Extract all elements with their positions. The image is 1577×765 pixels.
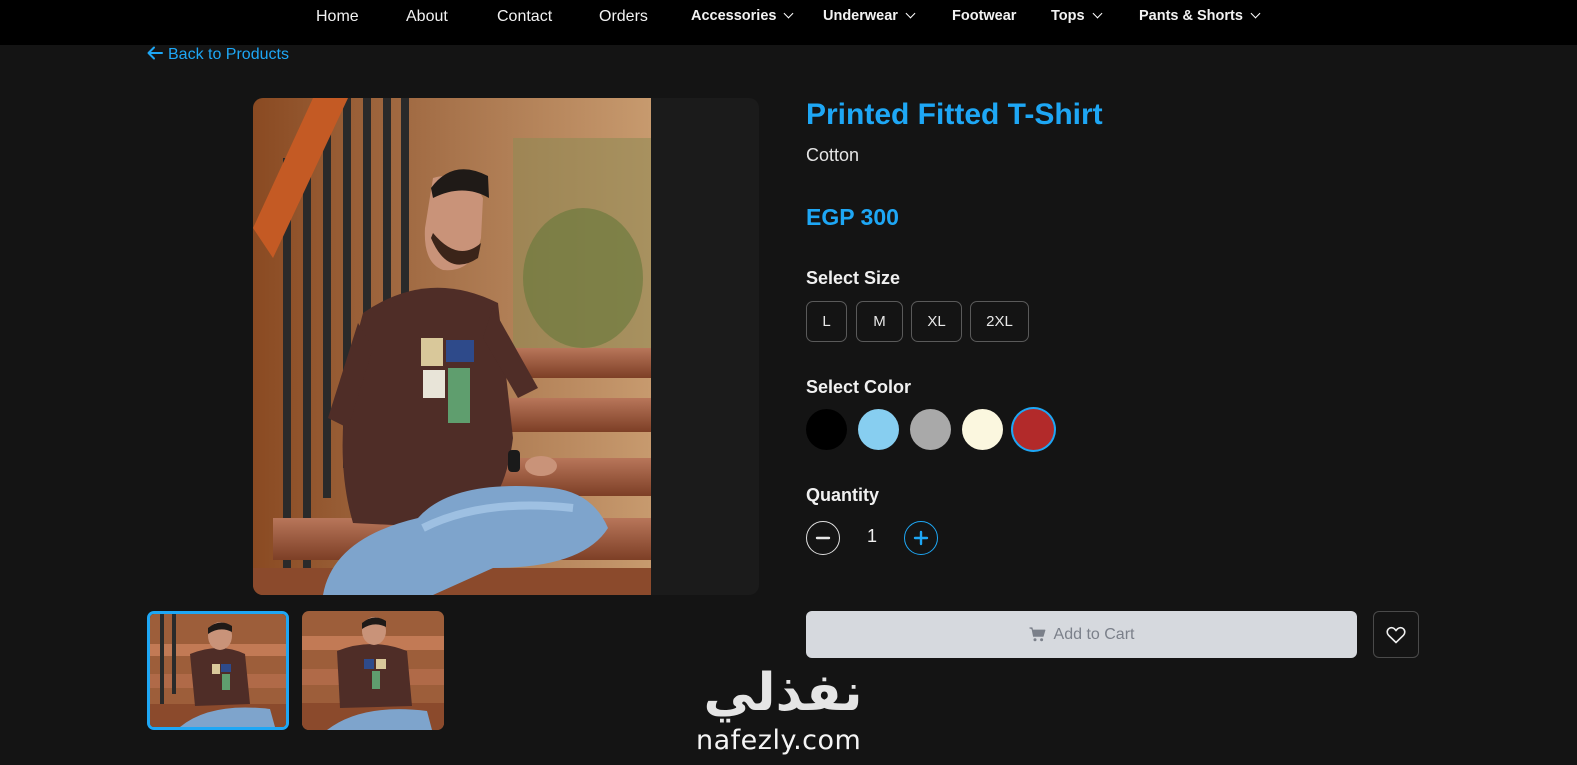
quantity-decrease-button[interactable] bbox=[806, 521, 840, 555]
color-swatch-light-blue[interactable] bbox=[858, 409, 899, 450]
product-material: Cotton bbox=[806, 145, 860, 165]
size-option-l[interactable]: L bbox=[806, 301, 847, 342]
add-to-cart-label: Add to Cart bbox=[1053, 625, 1135, 643]
nav-accessories-label: Accessories bbox=[691, 8, 777, 24]
wishlist-button[interactable] bbox=[1373, 611, 1419, 658]
arrow-left-icon bbox=[147, 46, 163, 60]
chevron-down-icon bbox=[784, 8, 794, 19]
color-swatch-black[interactable] bbox=[806, 409, 847, 450]
nav-footwear[interactable]: Footwear bbox=[952, 0, 1016, 33]
nav-underwear-dropdown[interactable]: Underwear bbox=[823, 0, 916, 33]
select-color-label: Select Color bbox=[806, 377, 912, 397]
back-link-label: Back to Products bbox=[168, 46, 289, 63]
chevron-down-icon bbox=[1092, 8, 1103, 19]
top-navbar: Home About Contact Orders Accessories Un… bbox=[0, 0, 1577, 45]
select-size-label: Select Size bbox=[806, 268, 901, 288]
minus-icon bbox=[815, 536, 831, 540]
watermark-arabic-text: نفذلي bbox=[703, 663, 862, 723]
color-swatch-cream[interactable] bbox=[962, 409, 1003, 450]
nav-home-label: Home bbox=[316, 8, 359, 25]
chevron-down-icon bbox=[1250, 8, 1261, 19]
add-to-cart-button[interactable]: Add to Cart bbox=[806, 611, 1357, 658]
color-swatch-red[interactable] bbox=[1013, 409, 1054, 450]
product-thumbnail-2[interactable] bbox=[302, 611, 444, 730]
quantity-value: 1 bbox=[866, 526, 877, 546]
cart-icon bbox=[1029, 627, 1045, 642]
nav-underwear-label: Underwear bbox=[823, 8, 898, 24]
thumbnail-photo bbox=[302, 611, 444, 730]
product-thumbnail-1[interactable] bbox=[147, 611, 289, 730]
nav-contact-label: Contact bbox=[497, 8, 553, 25]
quantity-label: Quantity bbox=[806, 485, 880, 505]
nav-footwear-label: Footwear bbox=[952, 8, 1017, 24]
nav-orders[interactable]: Orders bbox=[599, 0, 648, 33]
size-option-m[interactable]: M bbox=[856, 301, 903, 342]
product-title: Printed Fitted T-Shirt bbox=[806, 98, 1103, 131]
product-price: EGP 300 bbox=[806, 204, 899, 230]
nav-pants-shorts-dropdown[interactable]: Pants & Shorts bbox=[1139, 0, 1261, 33]
size-option-2xl[interactable]: 2XL bbox=[970, 301, 1029, 342]
nav-about-label: About bbox=[406, 8, 448, 25]
color-swatch-gray[interactable] bbox=[910, 409, 951, 450]
quantity-increase-button[interactable] bbox=[904, 521, 938, 555]
size-option-xl[interactable]: XL bbox=[911, 301, 962, 342]
back-to-products-link[interactable]: Back to Products bbox=[147, 44, 289, 66]
nav-home[interactable]: Home bbox=[316, 0, 359, 33]
chevron-down-icon bbox=[905, 8, 916, 19]
nav-tops-dropdown[interactable]: Tops bbox=[1051, 0, 1103, 33]
nav-contact[interactable]: Contact bbox=[497, 0, 552, 33]
product-main-photo[interactable] bbox=[253, 98, 651, 595]
thumbnail-photo bbox=[150, 614, 286, 727]
product-image-panel bbox=[253, 98, 759, 595]
nav-orders-label: Orders bbox=[599, 8, 648, 25]
heart-icon bbox=[1386, 626, 1406, 643]
nav-accessories-dropdown[interactable]: Accessories bbox=[691, 0, 794, 33]
nav-pants-shorts-label: Pants & Shorts bbox=[1139, 8, 1243, 24]
nav-about[interactable]: About bbox=[406, 0, 448, 33]
plus-icon bbox=[913, 530, 929, 546]
nav-tops-label: Tops bbox=[1051, 8, 1085, 24]
watermark-domain-text: nafezly.com bbox=[696, 725, 862, 756]
